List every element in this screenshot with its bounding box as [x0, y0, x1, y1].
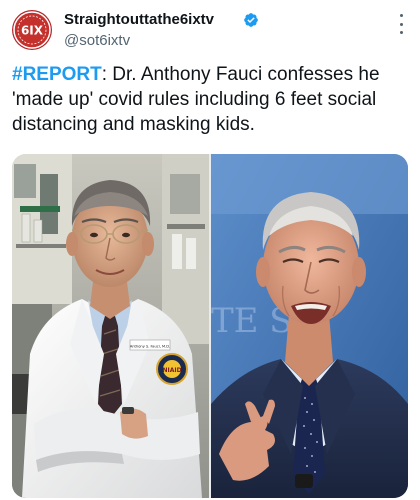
more-dot: [399, 22, 403, 26]
tweet-text: #REPORT: Dr. Anthony Fauci confesses he …: [12, 62, 408, 137]
photo-left[interactable]: Anthony S. Fauci, M.D. NIAID: [12, 154, 209, 498]
hashtag-link[interactable]: #REPORT: [12, 64, 102, 85]
media-grid: Anthony S. Fauci, M.D. NIAID TE SE: [12, 154, 408, 498]
more-dot: [399, 14, 403, 17]
avatar-logo: 6IX: [13, 11, 51, 49]
verified-badge-icon: [244, 13, 258, 27]
photo-right[interactable]: TE SE: [211, 154, 408, 498]
tweet: 6IX Straightouttathe6ixtv @sot6ixtv #REP…: [0, 0, 420, 500]
more-options-icon[interactable]: [394, 14, 408, 34]
more-dot: [399, 31, 403, 34]
avatar[interactable]: 6IX: [12, 10, 52, 50]
avatar-logo-text: 6IX: [21, 24, 44, 38]
lab-portrait-photo: Anthony S. Fauci, M.D. NIAID: [12, 154, 209, 498]
display-name[interactable]: Straightouttathe6ixtv: [64, 11, 214, 28]
briefing-photo: TE SE: [211, 154, 408, 498]
niaid-patch-text: NIAID: [162, 367, 181, 374]
handle[interactable]: @sot6ixtv: [64, 32, 130, 49]
name-tag-text: Anthony S. Fauci, M.D.: [130, 345, 170, 349]
